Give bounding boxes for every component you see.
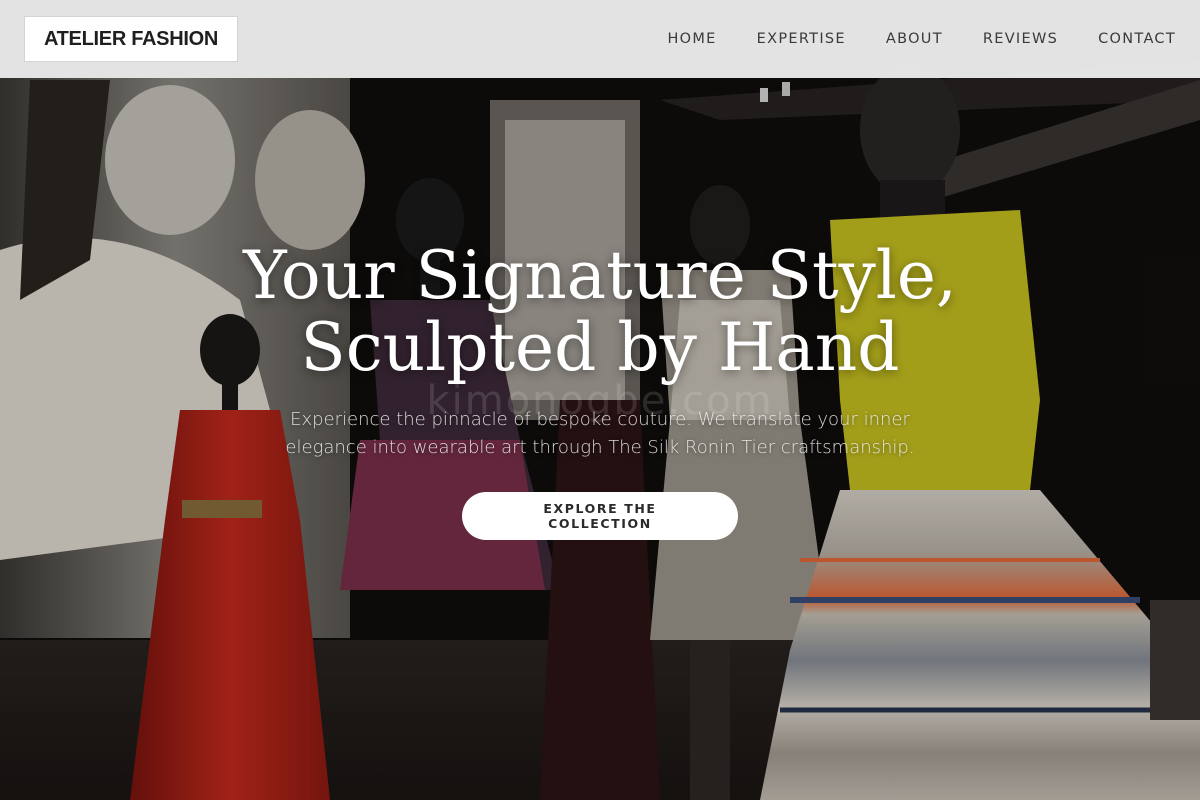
- brand-logo-button[interactable]: ATELIER FASHION: [24, 16, 238, 62]
- nav-link-home[interactable]: HOME: [647, 0, 736, 78]
- nav-link-contact[interactable]: CONTACT: [1078, 0, 1176, 78]
- hero-content: Your Signature Style, Sculpted by Hand E…: [0, 240, 1200, 540]
- hero-subtext: Experience the pinnacle of bespoke coutu…: [285, 409, 915, 458]
- nav-link-expertise[interactable]: EXPERTISE: [737, 0, 866, 78]
- hero-headline: Your Signature Style, Sculpted by Hand: [243, 237, 957, 386]
- explore-collection-button[interactable]: EXPLORE THE COLLECTION: [462, 492, 738, 540]
- nav-link-about[interactable]: ABOUT: [866, 0, 963, 78]
- nav-link-reviews[interactable]: REVIEWS: [963, 0, 1078, 78]
- brand-name: ATELIER FASHION: [43, 27, 219, 50]
- site-header: ATELIER FASHION HOME EXPERTISE ABOUT REV…: [0, 0, 1200, 78]
- main-nav: HOME EXPERTISE ABOUT REVIEWS CONTACT: [647, 0, 1176, 78]
